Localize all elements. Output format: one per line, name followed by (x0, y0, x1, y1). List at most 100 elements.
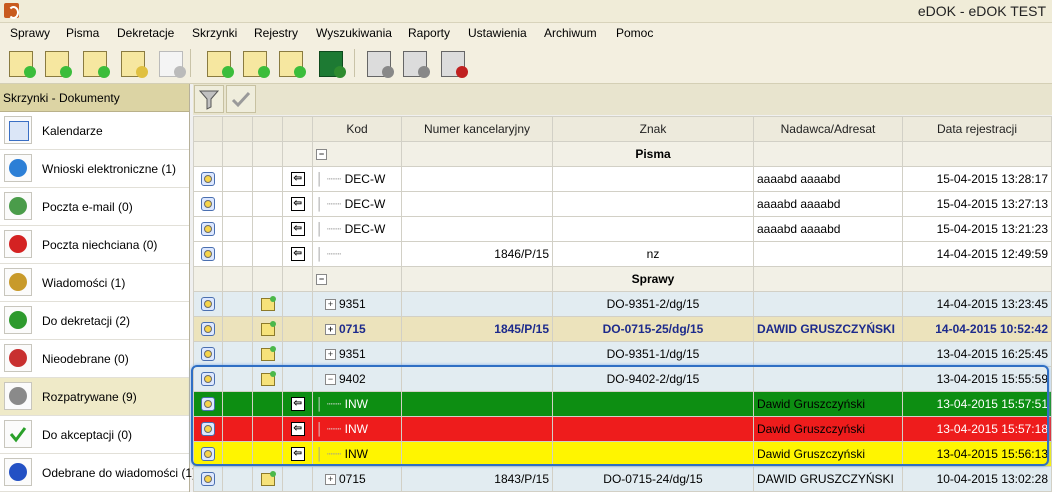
icon-cell (252, 241, 283, 267)
icon-cell: ⇦ (282, 441, 313, 467)
icon-cell (252, 191, 283, 217)
table-row[interactable]: ⇦ │ ┈┈ INW Dawid Gruszczyński 13-04-2015 1… (193, 391, 1052, 417)
znak-cell-text: nz (646, 247, 660, 261)
column-header[interactable] (222, 116, 253, 142)
new-case-button[interactable] (6, 48, 36, 78)
menu-ustawienia[interactable]: Ustawienia (468, 26, 527, 40)
mailbox-item[interactable]: Odebrane do wiadomości (1) (0, 454, 196, 492)
mailbox-item[interactable]: Nieodebrane (0) (0, 340, 189, 378)
refresh-list-3-button[interactable] (276, 48, 306, 78)
open-folder-button[interactable] (118, 48, 148, 78)
table-row[interactable]: +0715 1845/P/15 DO-0715-25/dg/15 DAWID GRUS… (193, 316, 1052, 342)
filter-button[interactable] (194, 85, 224, 113)
mailbox-item[interactable]: Do dekretacji (2) (0, 302, 189, 340)
nadawca-cell-text: aaaabd aaaabd (757, 197, 841, 211)
icon-cell (222, 266, 253, 292)
menu-archiwum[interactable]: Archiwum (544, 26, 597, 40)
print-button[interactable] (364, 48, 394, 78)
kod-text: 0715 (339, 472, 366, 486)
collapse-toggle-icon[interactable]: − (325, 374, 336, 386)
expand-toggle-icon[interactable]: + (325, 474, 336, 486)
data-cell: 13-04-2015 15:57:18 (902, 416, 1052, 442)
nadawca-cell (753, 341, 903, 367)
accept-check-icon (231, 91, 251, 108)
znak-cell-text: DO-9402-2/dg/15 (606, 372, 700, 386)
expand-toggle-icon[interactable]: + (325, 324, 336, 336)
group-row[interactable]: − Sprawy (193, 266, 1052, 292)
column-header[interactable] (252, 116, 283, 142)
refresh-list-2-button[interactable] (240, 48, 270, 78)
table-row[interactable]: ⇦ │ ┈┈ DEC-W aaaabd aaaabd 15-04-2015 13:21… (193, 216, 1052, 242)
case-folder-icon (260, 321, 276, 337)
menu-dekretacje[interactable]: Dekretacje (117, 26, 174, 40)
empty-cell (902, 141, 1052, 167)
column-header[interactable]: Znak (552, 116, 754, 142)
icon-cell (252, 391, 283, 417)
icon-cell (282, 316, 313, 342)
menu-raporty[interactable]: Raporty (408, 26, 450, 40)
group-row[interactable]: − Pisma (193, 141, 1052, 167)
edit-button[interactable] (156, 48, 186, 78)
column-header[interactable]: Numer kancelaryjny (401, 116, 553, 142)
data-cell-text: 15-04-2015 13:28:17 (936, 172, 1048, 186)
badge-icon (334, 66, 346, 78)
left-panel: Skrzynki - Dokumenty Kalendarze Wnioski e… (0, 84, 196, 492)
mailbox-item[interactable]: Wiadomości (1) (0, 264, 189, 302)
column-header[interactable]: Kod (312, 116, 402, 142)
mailbox-item-label: Nieodebrane (0) (42, 352, 129, 366)
table-row[interactable]: ⇦ │ ┈┈ INW Dawid Gruszczyński 13-04-2015 1… (193, 441, 1052, 467)
add-document-2-button[interactable] (80, 48, 110, 78)
collapse-toggle-icon[interactable]: − (316, 149, 327, 161)
menu-skrzynki[interactable]: Skrzynki (192, 26, 237, 40)
icon-cell (222, 191, 253, 217)
nadawca-cell-text: DAWID GRUSZCZYŃSKI (757, 322, 895, 336)
table-row[interactable]: +9351 DO-9351-1/dg/15 13-04-2015 16:25:45 (193, 341, 1052, 367)
data-cell-text: 14-04-2015 13:23:45 (936, 297, 1048, 311)
case-folder-icon (260, 471, 276, 487)
column-header[interactable] (282, 116, 313, 142)
icon-cell (193, 341, 223, 367)
document-arrow-icon: ⇦ (290, 422, 305, 437)
table-row[interactable]: ⇦ │ ┈┈ DEC-W aaaabd aaaabd 15-04-2015 13:28… (193, 166, 1052, 192)
mailbox-item[interactable]: Do akceptacji (0) (0, 416, 189, 454)
table-row[interactable]: +0715 1843/P/15 DO-0715-24/dg/15 DAWID GRUS… (193, 466, 1052, 492)
badge-icon (456, 66, 468, 78)
table-row[interactable]: ⇦ │ ┈┈ INW Dawid Gruszczyński 13-04-2015 1… (193, 416, 1052, 442)
column-header[interactable] (193, 116, 223, 142)
kod-text: 9351 (339, 347, 366, 361)
icon-cell (193, 466, 223, 492)
menu-wyszukiwania[interactable]: Wyszukiwania (316, 26, 392, 40)
nadawca-cell (753, 241, 903, 267)
gear-icon (4, 382, 32, 410)
collapse-toggle-icon[interactable]: − (316, 274, 327, 286)
menu-pisma[interactable]: Pisma (66, 26, 99, 40)
column-header[interactable]: Nadawca/Adresat (753, 116, 903, 142)
refresh-list-button[interactable] (204, 48, 234, 78)
document-arrow-icon: ⇦ (290, 447, 305, 462)
mailbox-item[interactable]: Poczta e-mail (0) (0, 188, 189, 226)
print-label-button[interactable] (438, 48, 468, 78)
print-folder-button[interactable] (400, 48, 430, 78)
menu-sprawy[interactable]: Sprawy (10, 26, 50, 40)
group-title-text: Sprawy (631, 272, 675, 286)
table-row[interactable]: −9402 DO-9402-2/dg/15 13-04-2015 15:55:59 (193, 366, 1052, 392)
add-document-button[interactable] (42, 48, 72, 78)
table-row[interactable]: ⇦ │ ┈┈ 1846/P/15 nz 14-04-2015 12:49:59 (193, 241, 1052, 267)
kod-cell: │ ┈┈ DEC-W (312, 166, 402, 192)
accept-button[interactable] (226, 85, 256, 113)
icon-cell (282, 141, 313, 167)
excel-export-button[interactable] (316, 48, 346, 78)
mailbox-item[interactable]: Rozpatrywane (9) (0, 378, 189, 416)
menu-rejestry[interactable]: Rejestry (254, 26, 298, 40)
mailbox-item[interactable]: Kalendarze (0, 112, 189, 150)
mailbox-item[interactable]: Poczta niechciana (0) (0, 226, 189, 264)
column-header[interactable]: Data rejestracji (902, 116, 1052, 142)
expand-toggle-icon[interactable]: + (325, 299, 336, 311)
badge-icon (222, 66, 234, 78)
mailbox-item[interactable]: Wnioski elektroniczne (1) (0, 150, 189, 188)
expand-toggle-icon[interactable]: + (325, 349, 336, 361)
menu-pomoc[interactable]: Pomoc (616, 26, 653, 40)
table-row[interactable]: ⇦ │ ┈┈ DEC-W aaaabd aaaabd 15-04-2015 13:27… (193, 191, 1052, 217)
table-row[interactable]: +9351 DO-9351-2/dg/15 14-04-2015 13:23:45 (193, 291, 1052, 317)
document-arrow-icon: ⇦ (290, 247, 305, 262)
